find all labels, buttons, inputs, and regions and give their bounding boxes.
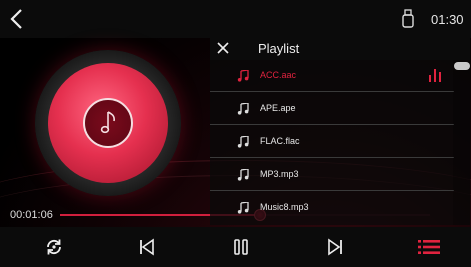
music-note-icon bbox=[100, 111, 115, 134]
playlist-item[interactable]: APE.ape bbox=[210, 93, 454, 125]
back-chevron-icon[interactable] bbox=[6, 7, 30, 31]
playlist-item-name: FLAC.flac bbox=[260, 136, 300, 146]
disc-center bbox=[83, 98, 133, 148]
playlist-header: Playlist bbox=[210, 38, 470, 60]
usb-icon bbox=[402, 9, 414, 28]
playlist-item-name: MP3.mp3 bbox=[260, 169, 299, 179]
playlist-title: Playlist bbox=[258, 41, 300, 56]
playlist-item-name: Music8.mp3 bbox=[260, 202, 309, 212]
music-note-icon bbox=[237, 103, 249, 115]
playlist-scroll-thumb[interactable] bbox=[454, 62, 470, 70]
music-player-screen: 01:30 00:01:06 Playlist ACC.aac APE.ape … bbox=[0, 0, 471, 267]
music-note-icon bbox=[237, 169, 249, 181]
elapsed-time: 00:01:06 bbox=[10, 209, 53, 221]
playback-controls bbox=[0, 227, 471, 267]
clock: 01:30 bbox=[431, 12, 464, 27]
playlist-item[interactable]: FLAC.flac bbox=[210, 126, 454, 158]
equalizer-icon bbox=[429, 69, 441, 82]
playlist-item-name: ACC.aac bbox=[260, 70, 297, 80]
album-disc bbox=[35, 50, 181, 196]
playlist-scrollbar[interactable] bbox=[453, 60, 470, 225]
music-note-icon bbox=[237, 136, 249, 148]
playlist-item-name: APE.ape bbox=[260, 103, 296, 113]
playlist-item[interactable]: MP3.mp3 bbox=[210, 159, 454, 191]
top-status-bar: 01:30 bbox=[0, 0, 471, 38]
music-note-icon bbox=[237, 202, 249, 214]
repeat-icon[interactable] bbox=[44, 237, 64, 257]
close-icon[interactable] bbox=[216, 41, 230, 55]
pause-icon[interactable] bbox=[231, 237, 251, 257]
previous-icon[interactable] bbox=[137, 237, 157, 257]
next-icon[interactable] bbox=[325, 237, 345, 257]
playlist-item[interactable]: Music8.mp3 bbox=[210, 192, 454, 224]
playlist-panel: Playlist ACC.aac APE.ape FLAC.flac MP3.m… bbox=[210, 38, 470, 225]
playlist-item[interactable]: ACC.aac bbox=[210, 60, 454, 92]
music-note-icon bbox=[237, 70, 249, 82]
playlist-icon[interactable] bbox=[418, 237, 440, 257]
